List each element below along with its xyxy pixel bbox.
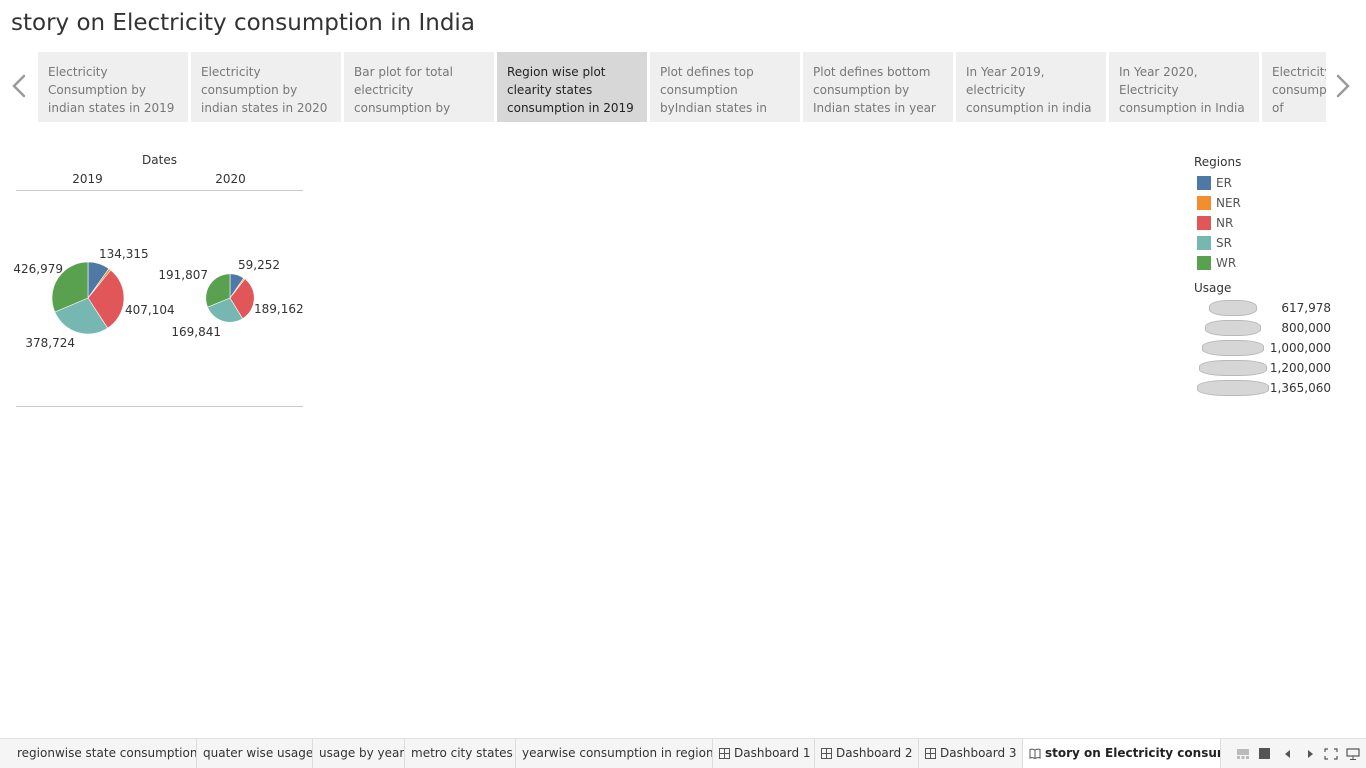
sheet-tab-5[interactable]: yearwise consumption in region [516, 739, 713, 768]
dashboard-icon [821, 748, 832, 759]
sheet-tab-1[interactable]: regionwise state consumption [11, 739, 197, 768]
usage-size-marker [1199, 360, 1267, 376]
story-next-button[interactable] [1332, 62, 1356, 110]
story-point-7[interactable]: In Year 2019, electricity consumption in… [956, 52, 1106, 122]
legend-swatch [1197, 236, 1211, 250]
presentation-mode-icon[interactable] [1345, 747, 1361, 761]
legend-label: ER [1216, 176, 1232, 190]
sheet-tab-3[interactable]: usage by year [313, 739, 405, 768]
usage-legend-value: 617,978 [1281, 301, 1331, 315]
legend-label: NER [1216, 196, 1241, 210]
usage-legend-title: Usage [1194, 281, 1232, 295]
sheet-tab-label: Dashboard 1 [734, 746, 811, 760]
usage-legend-value: 800,000 [1281, 321, 1331, 335]
pie-chart: 134,315 407,104 378,724 426,979 59,252 189,16… [13, 247, 304, 350]
usage-legend-value: 1,200,000 [1269, 361, 1331, 375]
story-point-3[interactable]: Bar plot for total electricity consumpti… [344, 52, 494, 122]
regions-legend: Regions ER NER NR SR WR [1194, 155, 1354, 273]
sheet-tab-8[interactable]: Dashboard 3 [919, 739, 1023, 768]
usage-legend-item: 617,978 [1194, 298, 1344, 318]
sheet-tab-label: regionwise state consumption [17, 746, 197, 760]
story-point-caption: In Year 2019, electricity consumption in… [966, 65, 1092, 115]
legend-item-nr[interactable]: NR [1194, 213, 1354, 233]
story-point-5[interactable]: Plot defines top consumption byIndian st… [650, 52, 800, 122]
usage-legend-value: 1,000,000 [1269, 341, 1331, 355]
story-point-9[interactable]: Electricity consumption period of [1262, 52, 1326, 122]
story-icon [1029, 748, 1041, 759]
sheet-tab-label: quater wise usage [203, 746, 313, 760]
usage-size-marker [1197, 380, 1269, 396]
legend-label: SR [1216, 236, 1232, 250]
usage-legend-item: 1,000,000 [1194, 338, 1344, 358]
data-label-2019-wr: 426,979 [13, 262, 63, 276]
story-point-caption: Electricity consumption period of [1272, 65, 1326, 115]
data-label-2019-nr: 407,104 [125, 303, 175, 317]
legend-item-sr[interactable]: SR [1194, 233, 1354, 253]
legend-label: WR [1216, 256, 1237, 270]
legend-item-wr[interactable]: WR [1194, 253, 1354, 273]
data-label-2020-er: 59,252 [238, 258, 280, 272]
sheet-tab-7[interactable]: Dashboard 2 [815, 739, 919, 768]
sheet-tab-label: yearwise consumption in region [522, 746, 713, 760]
data-label-2019-sr: 378,724 [25, 336, 75, 350]
data-label-2019-er: 134,315 [99, 247, 149, 261]
show-filmstrip-icon[interactable] [1235, 747, 1251, 761]
story-point-caption: Plot defines top consumption byIndian st… [660, 65, 767, 115]
data-label-2020-nr: 189,162 [254, 302, 304, 316]
show-sheet-sorter-icon[interactable] [1257, 747, 1273, 761]
usage-size-marker [1202, 340, 1264, 356]
usage-legend-item: 1,200,000 [1194, 358, 1344, 378]
legend-swatch [1197, 256, 1211, 270]
usage-legend-item: 800,000 [1194, 318, 1344, 338]
usage-size-marker [1205, 320, 1261, 336]
story-point-caption: Bar plot for total electricity consumpti… [354, 65, 453, 115]
legend-item-er[interactable]: ER [1194, 173, 1354, 193]
sheet-tab-bar: regionwise state consumption quater wise … [0, 738, 1366, 768]
legend-swatch [1197, 216, 1211, 230]
previous-sheet-icon[interactable] [1280, 747, 1296, 761]
sheet-tab-label: story on Electricity consum... [1045, 746, 1220, 760]
sheet-tab-6[interactable]: Dashboard 1 [713, 739, 815, 768]
usage-size-marker [1208, 300, 1258, 316]
story-point-caption: Plot defines bottom consumption by India… [813, 65, 936, 115]
dashboard-icon [925, 748, 936, 759]
sheet-tab-label: Dashboard 2 [836, 746, 913, 760]
sheet-tab-4[interactable]: metro city states [405, 739, 516, 768]
story-point-4[interactable]: Region wise plot clearity states consump… [497, 52, 647, 122]
legend-swatch [1197, 176, 1211, 190]
data-label-2020-sr: 169,841 [171, 325, 221, 339]
regions-legend-title: Regions [1194, 155, 1242, 169]
sheet-tab-2[interactable]: quater wise usage [197, 739, 313, 768]
story-point-caption: In Year 2020, Electricity consumption in… [1119, 65, 1245, 115]
sheet-tab-label: usage by year [319, 746, 405, 760]
sheet-tab-9[interactable]: story on Electricity consum... [1023, 739, 1221, 768]
usage-legend-value: 1,365,060 [1269, 381, 1331, 395]
data-label-2020-wr: 191,807 [158, 268, 208, 282]
story-point-8[interactable]: In Year 2020, Electricity consumption in… [1109, 52, 1259, 122]
sheet-tab-label: Dashboard 3 [940, 746, 1017, 760]
sheet-tab-label: metro city states [411, 746, 513, 760]
legend-label: NR [1216, 216, 1234, 230]
story-point-caption: Region wise plot clearity states consump… [507, 65, 634, 115]
legend-swatch [1197, 196, 1211, 210]
usage-legend-item: 1,365,060 [1194, 378, 1344, 398]
dashboard-icon [719, 748, 730, 759]
chart-bottom-divider [16, 406, 303, 407]
legend-item-ner[interactable]: NER [1194, 193, 1354, 213]
next-sheet-icon[interactable] [1302, 747, 1318, 761]
chevron-right-icon [1336, 74, 1350, 98]
usage-size-legend: 617,978 800,000 1,000,000 1,200,000 1,365,06… [1194, 298, 1344, 400]
fit-width-icon[interactable] [1323, 747, 1339, 761]
story-point-6[interactable]: Plot defines bottom consumption by India… [803, 52, 953, 122]
